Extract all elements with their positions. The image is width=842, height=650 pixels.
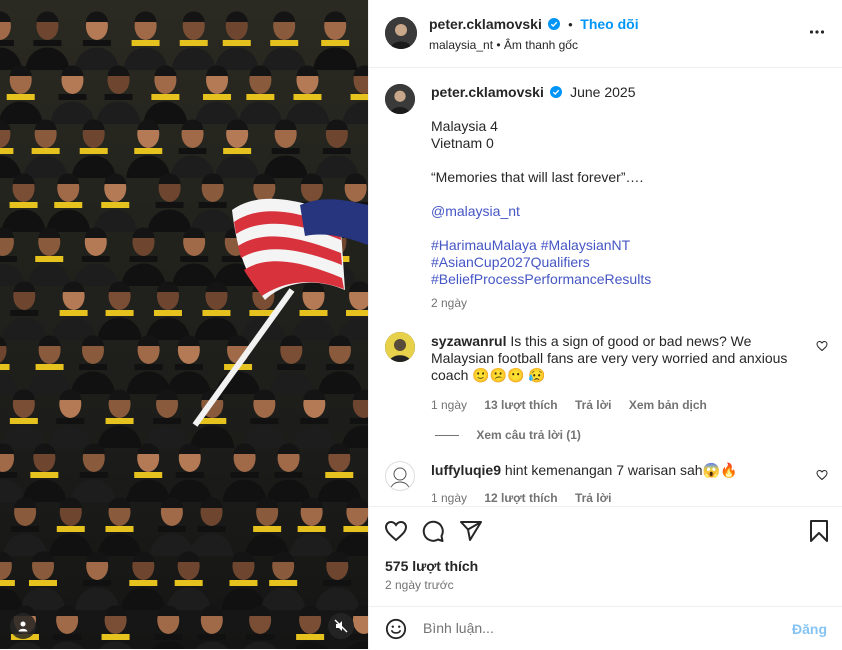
post-date: 2 ngày trước	[385, 578, 454, 592]
caption: peter.cklamovski June 2025 Malaysia 4 Vi…	[431, 84, 821, 310]
heart-icon[interactable]	[816, 340, 828, 352]
verified-icon	[548, 18, 561, 30]
hashtag-link[interactable]: #HarimauMalaya #MalaysianNT	[431, 237, 821, 254]
audio-link[interactable]: Âm thanh gốc	[504, 38, 578, 52]
caption-avatar[interactable]	[385, 84, 415, 114]
caption-username[interactable]: peter.cklamovski	[431, 84, 544, 100]
emoji-icon[interactable]	[385, 618, 407, 640]
comment-icon[interactable]	[421, 519, 445, 543]
verified-icon	[550, 86, 563, 98]
avatar[interactable]	[385, 17, 417, 49]
comment-username[interactable]: syzawanrul	[431, 333, 506, 349]
crowd-image	[0, 0, 368, 649]
hashtag-link[interactable]: #BeliefProcessPerformanceResults	[431, 271, 821, 288]
comment-likes[interactable]: 13 lượt thích	[484, 398, 557, 412]
caption-line: Vietnam 0	[431, 135, 494, 151]
comment: syzawanrul Is this a sign of good or bad…	[431, 333, 801, 442]
comment-bar: Đăng	[369, 606, 842, 650]
share-icon[interactable]	[459, 519, 483, 543]
divider	[435, 435, 459, 437]
comment-username[interactable]: luffyluqie9	[431, 462, 501, 478]
author-username[interactable]: peter.cklamovski	[429, 16, 542, 32]
more-icon[interactable]	[809, 24, 825, 40]
mute-button[interactable]	[328, 613, 354, 639]
heart-icon[interactable]	[816, 469, 828, 481]
caption-date: June 2025	[570, 84, 636, 100]
view-replies-button[interactable]: Xem câu trả lời (1)	[431, 428, 801, 442]
separator: •	[496, 38, 501, 52]
collab-username[interactable]: malaysia_nt	[429, 38, 493, 52]
comment-meta: 1 ngày 13 lượt thích Trả lời Xem bản dịc…	[431, 398, 801, 412]
comment-text: hint kemenangan 7 warisan sah😱🔥	[504, 462, 738, 478]
translate-button[interactable]: Xem bản dịch	[629, 398, 707, 412]
reply-button[interactable]: Trả lời	[575, 398, 612, 412]
follow-button[interactable]: Theo dõi	[580, 16, 638, 32]
comment-input[interactable]	[421, 619, 765, 637]
like-heart-icon[interactable]	[384, 519, 408, 543]
post-header: peter.cklamovski • Theo dõi malaysia_nt …	[369, 0, 842, 68]
comment: luffyluqie9 hint kemenangan 7 warisan sa…	[431, 462, 801, 505]
bookmark-icon[interactable]	[808, 519, 830, 543]
comment-time: 1 ngày	[431, 491, 468, 505]
post-video[interactable]	[0, 0, 368, 649]
separator: •	[568, 17, 573, 32]
action-bar	[369, 506, 842, 507]
caption-line: Malaysia 4	[431, 118, 498, 134]
commenter-avatar[interactable]	[385, 332, 415, 362]
mute-icon	[334, 619, 348, 633]
view-replies-label: Xem câu trả lời (1)	[476, 428, 581, 442]
reply-button[interactable]: Trả lời	[575, 491, 612, 505]
hashtag-link[interactable]: #AsianCup2027Qualifiers	[431, 254, 821, 271]
likes-count[interactable]: 575 lượt thích	[385, 558, 478, 574]
comment-likes[interactable]: 12 lượt thích	[484, 491, 557, 505]
post-comment-button[interactable]: Đăng	[792, 621, 827, 637]
post-details-panel: peter.cklamovski • Theo dõi malaysia_nt …	[368, 0, 842, 649]
caption-time: 2 ngày	[431, 296, 468, 310]
comment-time: 1 ngày	[431, 398, 468, 412]
comment-meta: 1 ngày 12 lượt thích Trả lời	[431, 491, 801, 505]
mention-link[interactable]: @malaysia_nt	[431, 203, 821, 220]
commenter-avatar[interactable]	[385, 461, 415, 491]
caption-quote: “Memories that will last forever”….	[431, 169, 644, 185]
user-tag-button[interactable]	[10, 613, 36, 639]
post-modal: peter.cklamovski • Theo dõi malaysia_nt …	[0, 0, 842, 649]
user-tag-icon	[18, 621, 28, 632]
